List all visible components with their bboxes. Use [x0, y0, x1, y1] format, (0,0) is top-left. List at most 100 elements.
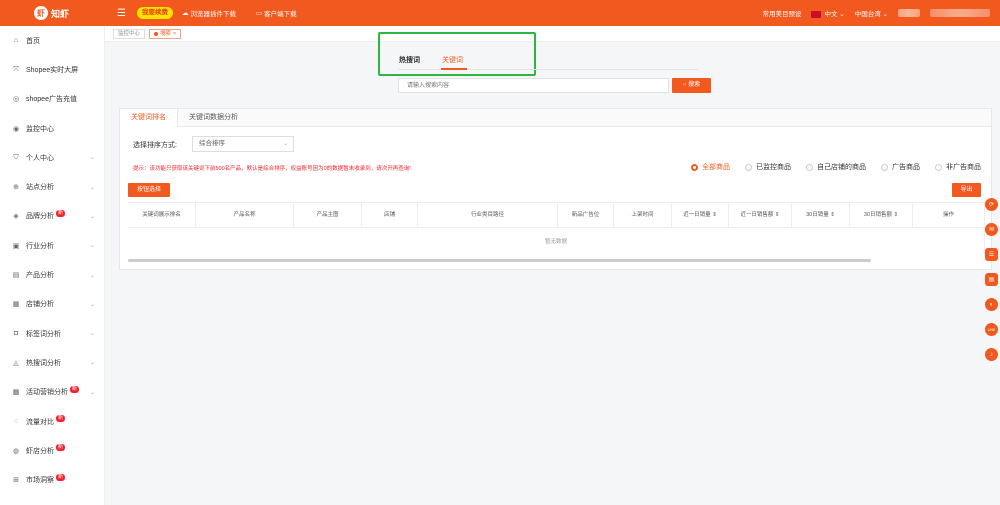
sidebar-item-5[interactable]: ⊕ 站点分析 ⌄ — [0, 172, 104, 201]
plugin-download-label: 浏览器插件下载 — [190, 11, 237, 18]
sidebar-item-label: 首页 — [26, 37, 40, 45]
sidebar-item-9[interactable]: ▦ 店铺分析 ⌄ — [0, 290, 104, 319]
monitor-download-icon: ▭ — [256, 10, 263, 17]
plugin-download-link[interactable]: ☁ 浏览器插件下载 — [182, 8, 236, 18]
filter-label: 自己店铺的商品 — [817, 164, 866, 171]
sort-select[interactable]: 综合排序 ⌄ — [192, 136, 294, 152]
export-button[interactable]: 导出 — [952, 183, 981, 197]
sort-value: 综合排序 — [199, 140, 225, 147]
chat-icon[interactable]: ✉ — [985, 223, 998, 236]
line-icon[interactable]: LINE — [985, 323, 998, 336]
tab-hot-words[interactable]: 热搜词 — [399, 55, 420, 65]
tags-bar: 监控中心 搜索 × — [105, 26, 1000, 42]
tag-icon: ◘ — [13, 330, 19, 338]
new-badge: 新 — [56, 473, 66, 481]
sidebar-item-6[interactable]: ◈ 品牌分析新 ⌄ — [0, 202, 104, 231]
message-icon[interactable]: ☰ — [985, 248, 998, 261]
column-header-0: 关键词展示排名 — [128, 203, 196, 227]
preset-link[interactable]: 常用美目预设 — [762, 8, 801, 18]
monitor-icon: ◉ — [12, 125, 20, 133]
column-header-8[interactable]: 近一日销售额 ⇕ — [729, 203, 792, 227]
gift-icon: ▩ — [12, 389, 20, 397]
sidebar-item-4[interactable]: ⛉ 个人中心 ⌄ — [0, 143, 104, 172]
client-download-link[interactable]: ▭ 客户端下载 — [256, 8, 297, 18]
sidebar-item-label: 产品分析 — [26, 272, 54, 280]
search-input[interactable] — [398, 78, 669, 93]
sidebar-item-label: 热搜词分析 — [26, 359, 61, 367]
sidebar-item-3[interactable]: ◉ 监控中心 — [0, 114, 104, 143]
tag-monitor-center[interactable]: 监控中心 — [113, 28, 146, 39]
sidebar-item-12[interactable]: ▩ 活动营销分析新 ⌄ — [0, 378, 104, 407]
filter-label: 广告商品 — [892, 164, 920, 171]
sidebar-item-label: 虾店分析 — [26, 447, 54, 455]
sidebar-item-15[interactable]: ⊞ 市场洞察新 — [0, 465, 104, 494]
filter-label: 全部商品 — [702, 164, 730, 171]
horizontal-scrollbar[interactable] — [128, 259, 871, 262]
region-select[interactable]: 中国台湾 ⌄ — [855, 8, 888, 18]
qq-icon[interactable]: ◐ — [985, 298, 998, 311]
sidebar-item-label: 站点分析 — [26, 184, 54, 192]
sidebar-item-1[interactable]: ⤧ Shopee实时大屏 — [0, 55, 104, 84]
search-button-label: 搜索 — [688, 82, 701, 88]
chevron-down-icon: ⌄ — [89, 301, 95, 308]
sidebar-item-label: 标签词分析 — [26, 330, 61, 338]
filter-radio-0[interactable]: 全部商品 — [691, 162, 730, 172]
search-button[interactable]: ○ 搜索 — [672, 78, 711, 93]
renew-button[interactable]: 我要续费 — [137, 7, 173, 19]
sidebar-item-label: 流量对比 — [26, 418, 54, 426]
sidebar-item-11[interactable]: ◬ 热搜词分析 ⌄ — [0, 348, 104, 377]
avatar[interactable] — [898, 9, 920, 17]
sidebar-item-13[interactable]: ◌ 流量对比新 — [0, 407, 104, 436]
radio-circle-icon — [691, 163, 698, 171]
sidebar-item-0[interactable]: ⌂ 首页 — [0, 26, 104, 55]
logo[interactable]: 虾 知虾 — [0, 0, 80, 26]
brand-icon: ◈ — [13, 213, 19, 221]
tab-keyword[interactable]: 关键词 — [442, 55, 463, 65]
tab-keyword-analysis[interactable]: 关键词数据分析 — [178, 109, 249, 127]
menu-toggle-icon[interactable]: ☰ — [117, 8, 126, 19]
cloud-download-icon: ☁ — [182, 10, 189, 17]
results-table: 关键词展示排名 产品名称 产品主图 店铺 行业类目路径 新品广告位 上架时间 近一日销量 ⇕ 近… — [128, 202, 985, 256]
chevron-down-icon: ⌄ — [89, 155, 95, 162]
screen-icon: ⤧ — [13, 65, 19, 73]
filter-label: 已监控商品 — [756, 164, 791, 171]
sidebar-item-label: Shopee实时大屏 — [26, 66, 79, 74]
sidebar-item-14[interactable]: ◍ 虾店分析新 — [0, 436, 104, 465]
radio-circle-icon — [881, 163, 888, 171]
close-icon[interactable]: × — [173, 30, 176, 38]
sidebar-item-label: 市场洞察 — [26, 477, 54, 485]
link-icon[interactable]: ⟳ — [985, 198, 998, 211]
tab-keyword-ranking[interactable]: 关键词排名 — [120, 109, 178, 127]
column-header-6: 上架时间 — [614, 203, 672, 227]
sidebar-item-label: 监控中心 — [26, 125, 54, 133]
chevron-down-icon: ⌄ — [89, 184, 95, 191]
floating-toolbar: ⟳ ✉ ☰ ▤ ◐ LINE ♪ — [985, 198, 998, 361]
bell-icon[interactable]: ♪ — [985, 348, 998, 361]
feedback-icon[interactable]: ▤ — [985, 273, 998, 286]
select-button[interactable]: 按钮选择 — [128, 183, 170, 197]
column-header-9[interactable]: 30日销量 ⇕ — [792, 203, 850, 227]
column-header-10[interactable]: 30日销售额 ⇕ — [850, 203, 913, 227]
sidebar-item-7[interactable]: ▣ 行业分析 ⌄ — [0, 231, 104, 260]
filter-radio-4[interactable]: 非广告商品 — [935, 162, 981, 172]
filter-radio-3[interactable]: 广告商品 — [881, 162, 920, 172]
filter-radio-2[interactable]: 自己店铺的商品 — [806, 162, 866, 172]
shopee-icon: ◍ — [12, 447, 20, 455]
sidebar-item-8[interactable]: ▤ 产品分析 ⌄ — [0, 260, 104, 289]
tag-search[interactable]: 搜索 × — [149, 28, 182, 39]
panel-tabs: 关键词排名 关键词数据分析 — [120, 109, 991, 127]
chevron-down-icon: ⌄ — [282, 141, 288, 147]
filter-radio-1[interactable]: 已监控商品 — [745, 162, 791, 172]
new-badge: 新 — [56, 444, 66, 452]
logo-mark-icon: 虾 — [34, 6, 48, 20]
column-header-2: 产品主图 — [294, 203, 362, 227]
column-header-7[interactable]: 近一日销量 ⇕ — [672, 203, 729, 227]
username[interactable] — [930, 9, 990, 17]
language-select[interactable]: 中文 ⌄ — [811, 8, 845, 18]
sidebar: ⌂ 首页 ⤧ Shopee实时大屏 ◎ shopee广告充值 ◉ 监控中心 ⛉ 个人中心 ⌄ ⊕ 站点分… — [0, 26, 105, 505]
chevron-down-icon: ⌄ — [89, 331, 95, 338]
active-tab-underline — [441, 68, 467, 70]
sidebar-item-10[interactable]: ◘ 标签词分析 ⌄ — [0, 319, 104, 348]
radio-circle-icon — [806, 163, 813, 171]
sidebar-item-2[interactable]: ◎ shopee广告充值 — [0, 85, 104, 114]
